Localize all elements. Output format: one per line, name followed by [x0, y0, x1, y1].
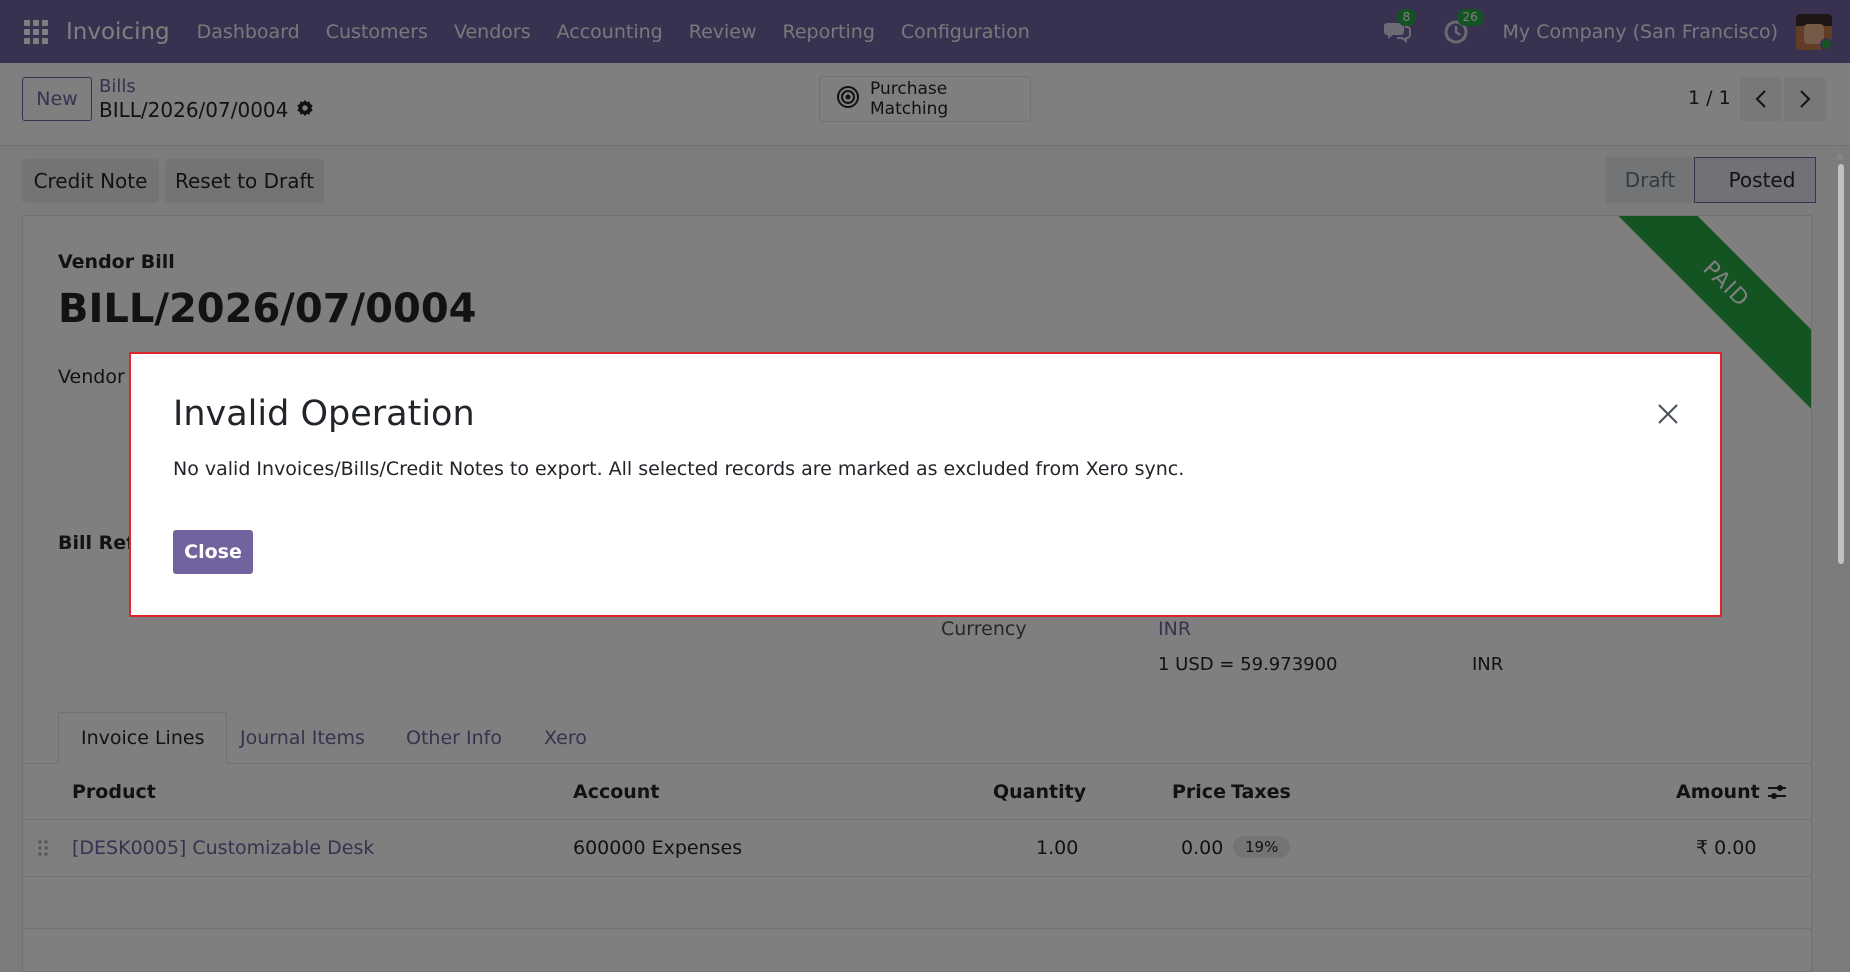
- close-icon[interactable]: [1656, 402, 1680, 426]
- close-button[interactable]: Close: [173, 530, 253, 574]
- scrollbar-thumb[interactable]: [1838, 164, 1844, 564]
- invalid-operation-dialog: Invalid Operation No valid Invoices/Bill…: [129, 352, 1722, 617]
- scrollbar[interactable]: ▲: [1836, 150, 1846, 972]
- scroll-up-icon[interactable]: ▲: [1836, 150, 1844, 161]
- dialog-message: No valid Invoices/Bills/Credit Notes to …: [173, 458, 1185, 480]
- dialog-title: Invalid Operation: [173, 394, 475, 434]
